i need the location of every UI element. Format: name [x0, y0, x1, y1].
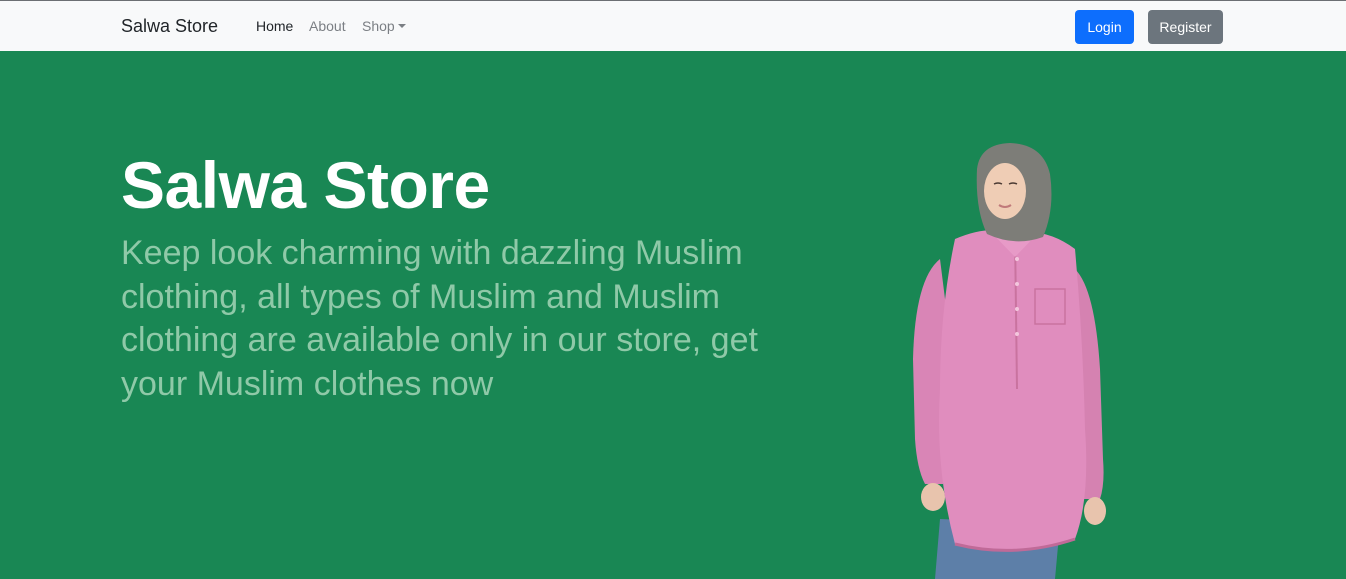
login-button[interactable]: Login — [1075, 10, 1134, 44]
hero-title: Salwa Store — [121, 148, 490, 222]
nav-link-about[interactable]: About — [309, 18, 346, 34]
navbar: Salwa Store Home About Shop Login Regist… — [0, 1, 1346, 51]
hero-subtitle: Keep look charming with dazzling Muslim … — [121, 234, 758, 403]
nav-link-home[interactable]: Home — [256, 18, 293, 34]
nav-link-shop-label: Shop — [362, 18, 395, 34]
hero-section: Salwa Store Keep look charming with dazz… — [0, 51, 1346, 579]
dropdown-caret-icon — [397, 24, 406, 28]
hero-model-image — [913, 143, 1106, 579]
register-button[interactable]: Register — [1148, 10, 1223, 44]
navbar-brand[interactable]: Salwa Store — [121, 16, 218, 37]
nav-link-shop-dropdown[interactable]: Shop — [362, 18, 406, 34]
